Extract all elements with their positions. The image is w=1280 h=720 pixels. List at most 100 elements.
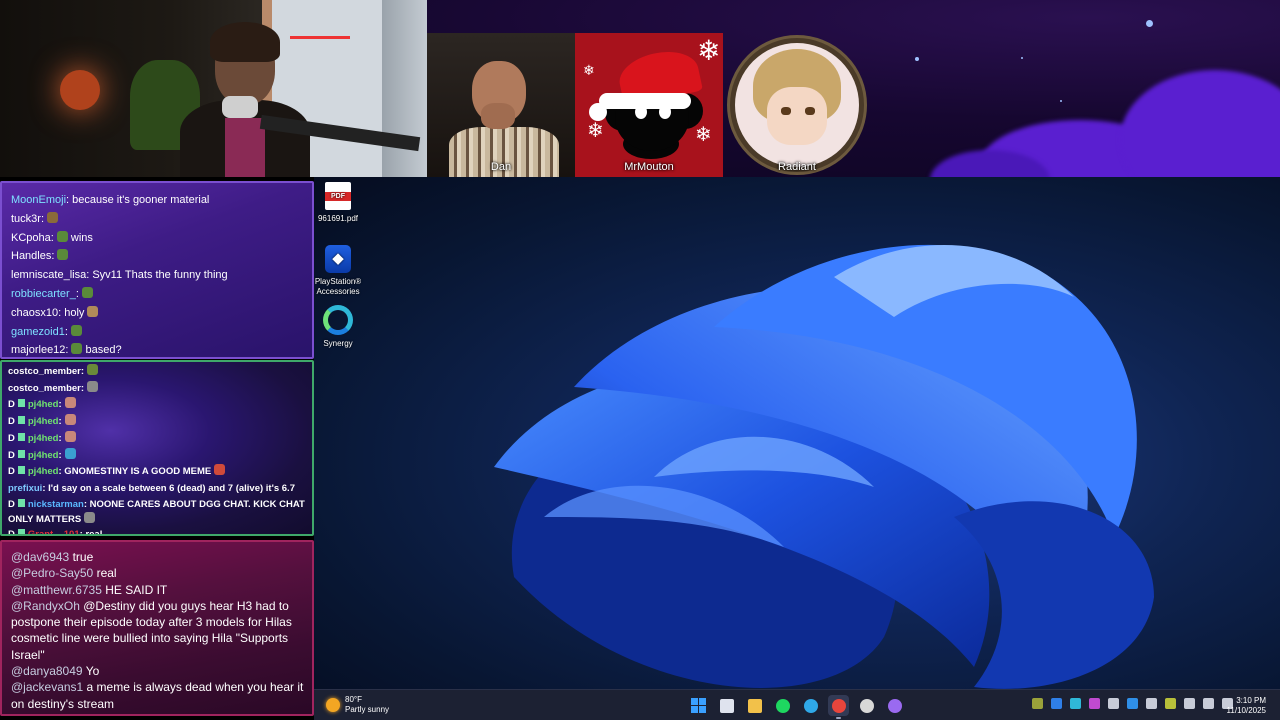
chat-message: costco_member: bbox=[8, 380, 308, 398]
chat-text: true bbox=[69, 550, 94, 564]
weather-widget[interactable]: 80°F Partly sunny bbox=[326, 695, 389, 715]
desktop-icon-label: PlayStation® Accessories bbox=[314, 277, 362, 296]
chat-username[interactable]: pj4hed bbox=[28, 466, 59, 477]
tray-icon[interactable] bbox=[1203, 698, 1214, 709]
microphone bbox=[222, 96, 258, 118]
desktop-icon-pdf[interactable]: PDF 961691.pdf bbox=[314, 182, 366, 224]
chat-username[interactable]: tuck3r bbox=[11, 213, 41, 225]
chat-message: @matthewr.6735 HE SAID IT bbox=[11, 582, 304, 598]
chat-message: Dpj4hed: bbox=[8, 414, 308, 431]
taskbar: 80°F Partly sunny 3:10 PM 11/10/2025 bbox=[314, 689, 1280, 720]
edge-icon bbox=[803, 698, 818, 713]
chat-panel-bottom: @dav6943 true @Pedro-Say50 real @matthewr.… bbox=[0, 540, 314, 716]
start-button[interactable] bbox=[688, 695, 709, 716]
spotify-button[interactable] bbox=[772, 695, 793, 716]
star-decoration bbox=[1060, 100, 1062, 102]
tray-icon[interactable] bbox=[1032, 698, 1043, 709]
crystal-app-button[interactable] bbox=[884, 695, 905, 716]
chat-username[interactable]: pj4hed bbox=[28, 450, 59, 461]
chrome-button[interactable] bbox=[828, 695, 849, 719]
streamer-webcam bbox=[0, 0, 427, 177]
emote-icon bbox=[87, 364, 99, 375]
file-explorer-button[interactable] bbox=[744, 695, 765, 716]
badge-icon bbox=[17, 528, 25, 534]
system-tray bbox=[1032, 698, 1233, 709]
chat-message: Dpj4hed: bbox=[8, 447, 308, 465]
chat-message: tuck3r: bbox=[11, 210, 306, 229]
chat-text: : bbox=[80, 366, 85, 377]
tray-icon[interactable] bbox=[1146, 698, 1157, 709]
chat-username[interactable]: @dav6943 bbox=[11, 550, 69, 564]
weather-temp: 80°F bbox=[345, 695, 362, 704]
chat-username[interactable]: @danya8049 bbox=[11, 664, 83, 678]
chat-text: : I'd say on a scale between 6 (dead) an… bbox=[42, 482, 295, 494]
weather-description: Partly sunny bbox=[345, 705, 390, 714]
star-decoration bbox=[1021, 57, 1023, 59]
chat-username[interactable]: pj4hed bbox=[28, 399, 59, 410]
task-view-icon bbox=[719, 698, 734, 713]
desktop-icon-synergy[interactable]: Synergy bbox=[314, 305, 366, 349]
emote-icon bbox=[87, 305, 99, 317]
chat-username[interactable]: @jackevans1 bbox=[11, 680, 83, 694]
chat-message: Dnickstarman: NOONE CARES ABOUT DGG CHAT… bbox=[8, 498, 308, 527]
badge-icon bbox=[17, 432, 25, 441]
chat-username[interactable]: gamezoid1 bbox=[11, 326, 65, 338]
desktop-icon-label: Synergy bbox=[323, 339, 353, 348]
badge-icon bbox=[17, 498, 25, 507]
file-explorer-icon bbox=[747, 698, 762, 713]
chat-username[interactable]: Grant__101 bbox=[28, 529, 80, 534]
chat-message: gamezoid1: bbox=[11, 323, 306, 342]
chat-username[interactable]: majorlee12 bbox=[11, 344, 65, 356]
emote-icon bbox=[56, 230, 68, 242]
chat-username[interactable]: pj4hed bbox=[28, 433, 59, 444]
chat-text: : bbox=[80, 382, 85, 394]
emote-icon bbox=[70, 324, 82, 336]
chat-message: @dav6943 true bbox=[11, 549, 304, 565]
chat-username[interactable]: prefixui bbox=[8, 483, 42, 494]
chat-username[interactable]: chaosx10 bbox=[11, 307, 58, 319]
edge-button[interactable] bbox=[800, 695, 821, 716]
chat-username[interactable]: robbiecarter_ bbox=[11, 288, 76, 300]
chat-username[interactable]: pj4hed bbox=[28, 416, 59, 427]
chat-username[interactable]: MoonEmoji bbox=[11, 194, 66, 206]
emote-icon bbox=[47, 211, 59, 223]
chat-text: : bbox=[51, 250, 55, 263]
emote-icon bbox=[64, 397, 76, 409]
star-decoration bbox=[1146, 20, 1153, 27]
subscriber-badge: D bbox=[8, 399, 15, 411]
task-view-button[interactable] bbox=[716, 695, 737, 716]
emote-icon bbox=[71, 343, 83, 355]
tray-icon[interactable] bbox=[1089, 698, 1100, 709]
tray-icon[interactable] bbox=[1070, 698, 1081, 709]
tray-icon[interactable] bbox=[1165, 698, 1176, 709]
chat-username[interactable]: lemniscate_lisa bbox=[11, 269, 86, 281]
chat-username[interactable]: Handles bbox=[11, 250, 51, 262]
tray-icon[interactable] bbox=[1051, 698, 1062, 709]
chat-username[interactable]: @matthewr.6735 bbox=[11, 583, 102, 597]
tray-icon[interactable] bbox=[1184, 698, 1195, 709]
snowflake-icon: ❄ bbox=[697, 35, 721, 66]
chat-username[interactable]: @Pedro-Say50 bbox=[11, 566, 93, 580]
chat-username[interactable]: @RandyxOh bbox=[11, 599, 80, 613]
obs-button[interactable] bbox=[856, 695, 877, 716]
pdf-file-icon: PDF bbox=[325, 182, 351, 210]
chat-username[interactable]: costco_member bbox=[8, 366, 81, 377]
chat-text: HE SAID IT bbox=[101, 582, 168, 597]
partly-sunny-icon bbox=[326, 698, 340, 712]
desktop-icon-playstation[interactable]: ◆ PlayStation® Accessories bbox=[314, 245, 366, 297]
chat-username[interactable]: nickstarman bbox=[28, 499, 84, 510]
taskbar-clock[interactable]: 3:10 PM 11/10/2025 bbox=[1227, 696, 1266, 716]
chat-text: : holy bbox=[58, 306, 85, 319]
chat-username[interactable]: KCpoha bbox=[11, 232, 51, 244]
emote-icon bbox=[64, 414, 76, 426]
windows-bloom-wallpaper bbox=[494, 244, 1154, 689]
emote-icon bbox=[81, 286, 93, 298]
tray-icon[interactable] bbox=[1127, 698, 1138, 709]
streamer-hair bbox=[210, 22, 280, 62]
chat-message: Dpj4hed: bbox=[8, 397, 308, 414]
chat-text: wins bbox=[67, 231, 93, 244]
subscriber-badge: D bbox=[8, 432, 15, 444]
tray-icon[interactable] bbox=[1108, 698, 1119, 709]
chat-username[interactable]: costco_member bbox=[8, 383, 81, 394]
chat-text: Yo bbox=[82, 664, 100, 679]
